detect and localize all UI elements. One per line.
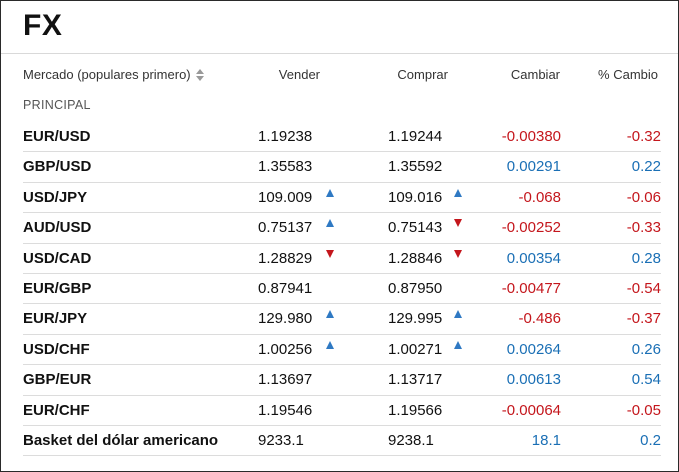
change-value: -0.00477 [501,279,561,297]
arrow-down-icon [454,249,462,258]
arrow-up-icon [326,188,334,197]
change-value: -0.068 [518,188,561,206]
change-value: 18.1 [531,431,561,449]
table-row[interactable]: EUR/GBP 0.87941 0.87950 -0.00477 -0.54 [23,274,661,305]
market-name[interactable]: EUR/CHF [23,402,90,419]
pct-change-value: -0.54 [626,279,661,297]
sell-price: 1.28829 [258,249,313,267]
arrow-down-icon [326,249,334,258]
page-title: FX [23,9,63,42]
market-name[interactable]: EUR/JPY [23,310,87,327]
pct-change-value: -0.37 [626,310,661,328]
change-column-header[interactable]: Cambiar [511,67,560,82]
change-value: 0.00291 [506,158,561,176]
table-header: Mercado (populares primero) Vender Compr… [1,67,678,85]
market-name[interactable]: Basket del dólar americano [23,432,218,449]
change-value: 0.00264 [506,340,561,358]
pct-change-value: 0.28 [631,249,661,267]
change-value: -0.00252 [501,219,561,237]
sell-price: 129.980 [258,310,313,328]
sell-price: 9233.1 [258,431,304,449]
fx-table-body: EUR/USD 1.19238 1.19244 -0.00380 -0.32 GBP/US… [23,122,661,457]
buy-price: 1.35592 [388,158,443,176]
market-name[interactable]: USD/CHF [23,341,90,358]
arrow-up-icon [326,340,334,349]
table-row[interactable]: Basket del dólar americano 9233.1 9238.1 18… [23,426,661,457]
sell-column-header[interactable]: Vender [279,67,320,82]
table-row[interactable]: EUR/JPY 129.980 129.995 -0.486 -0.37 [23,304,661,335]
table-row[interactable]: USD/CHF 1.00256 1.00271 0.00264 0.26 [23,335,661,366]
sell-price: 1.00256 [258,340,313,358]
arrow-up-icon [454,188,462,197]
table-row[interactable]: USD/JPY 109.009 109.016 -0.068 -0.06 [23,183,661,214]
sell-price: 1.19238 [258,128,313,145]
table-row[interactable]: USD/CAD 1.28829 1.28846 0.00354 0.28 [23,244,661,274]
market-name[interactable]: GBP/USD [23,158,91,175]
pct-change-value: 0.54 [631,371,661,389]
sell-price: 0.87941 [258,279,313,297]
arrow-up-icon [454,340,462,349]
table-row[interactable]: AUD/USD 0.75137 0.75143 -0.00252 -0.33 [23,213,661,244]
market-header-label: Mercado (populares primero) [23,67,191,82]
arrow-up-icon [326,219,334,228]
buy-price: 9238.1 [388,431,434,449]
pct-change-value: 0.22 [631,158,661,176]
pct-change-value: -0.32 [626,128,661,145]
table-row[interactable]: GBP/EUR 1.13697 1.13717 0.00613 0.54 [23,365,661,396]
change-value: -0.00380 [501,128,561,145]
pct-change-value: -0.33 [626,219,661,237]
arrow-up-icon [454,310,462,319]
pct-change-value: 0.2 [640,431,661,449]
pct-change-column-header[interactable]: % Cambio [598,67,658,82]
fx-panel: FX Mercado (populares primero) Vender Co… [0,0,679,472]
sell-price: 1.13697 [258,371,313,389]
sell-price: 1.35583 [258,158,313,176]
buy-column-header[interactable]: Comprar [397,67,448,82]
sell-price: 109.009 [258,188,313,206]
market-name[interactable]: USD/CAD [23,250,91,267]
table-row[interactable]: EUR/CHF 1.19546 1.19566 -0.00064 -0.05 [23,396,661,426]
table-row[interactable]: GBP/USD 1.35583 1.35592 0.00291 0.22 [23,152,661,183]
buy-price: 1.19566 [388,401,443,419]
sell-price: 0.75137 [258,219,313,237]
sort-icon[interactable] [195,68,205,81]
arrow-up-icon [326,310,334,319]
divider [1,53,678,54]
pct-change-value: -0.06 [626,188,661,206]
change-value: -0.00064 [501,401,561,419]
section-label: PRINCIPAL [23,98,91,112]
pct-change-value: 0.26 [631,340,661,358]
sell-price: 1.19546 [258,401,313,419]
table-row[interactable]: EUR/USD 1.19238 1.19244 -0.00380 -0.32 [23,122,661,153]
market-name[interactable]: EUR/GBP [23,280,91,297]
buy-price: 1.19244 [388,128,443,145]
market-name[interactable]: GBP/EUR [23,371,91,388]
market-name[interactable]: EUR/USD [23,128,91,145]
market-column-header[interactable]: Mercado (populares primero) [23,67,205,82]
pct-change-value: -0.05 [626,401,661,419]
change-value: 0.00354 [506,249,561,267]
change-value: 0.00613 [506,371,561,389]
buy-price: 0.87950 [388,279,443,297]
market-name[interactable]: AUD/USD [23,219,91,236]
change-value: -0.486 [518,310,561,328]
buy-price: 1.13717 [388,371,443,389]
arrow-down-icon [454,219,462,228]
market-name[interactable]: USD/JPY [23,189,87,206]
